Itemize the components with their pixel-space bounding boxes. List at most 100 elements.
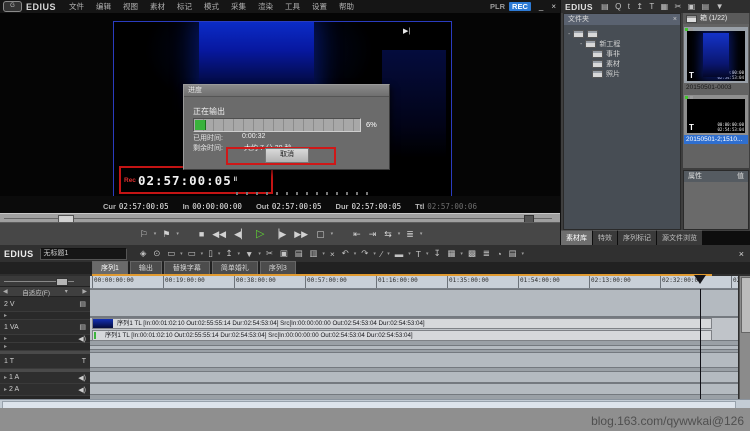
timeline-close-icon[interactable]: × bbox=[739, 249, 744, 259]
sync-mode-icon[interactable]: ◈ bbox=[137, 248, 150, 259]
export-tape-icon[interactable]: ▦ bbox=[444, 248, 459, 259]
bin-tab-0[interactable]: 素材库 bbox=[561, 230, 592, 245]
new-sequence-icon[interactable]: ▯ bbox=[205, 248, 216, 259]
color-wheel-icon[interactable]: ◔ bbox=[493, 249, 505, 259]
cut-icon[interactable]: ✂ bbox=[671, 2, 684, 11]
menubar-menu-1[interactable]: 编辑 bbox=[90, 0, 117, 13]
bin-item-1[interactable]: T00:00:00:0002:54:53:0420150501-2;1510..… bbox=[684, 95, 748, 144]
copy-icon[interactable]: ▣ bbox=[685, 2, 699, 11]
sequence-tab-2[interactable]: 替换字幕 bbox=[164, 261, 210, 274]
position-slider[interactable] bbox=[0, 213, 560, 222]
expand-arrow-icon[interactable]: ▸ bbox=[4, 374, 7, 381]
paste-icon[interactable]: ▤ bbox=[291, 248, 306, 259]
search-icon[interactable]: Q bbox=[612, 2, 625, 11]
timeline-ruler[interactable]: 00:00:00:0000:19:00:0000:38:00:0000:57:0… bbox=[90, 276, 738, 289]
title-icon[interactable]: T bbox=[646, 2, 657, 11]
menubar-menu-4[interactable]: 标记 bbox=[171, 0, 198, 13]
progress-dialog-titlebar[interactable]: 进度 bbox=[184, 85, 389, 97]
next-frame-button[interactable]: ▕▶ bbox=[268, 224, 290, 244]
menubar-menu-7[interactable]: 渲染 bbox=[252, 0, 279, 13]
expand-arrow-icon[interactable]: ▸ bbox=[4, 343, 7, 350]
export-menu[interactable]: ▾ bbox=[418, 224, 425, 244]
replace-icon[interactable]: ▥ bbox=[306, 248, 321, 259]
timeline-zoom-preset[interactable]: ◀ 自适应(F) ▾ ▶ bbox=[0, 287, 90, 297]
menubar-menu-0[interactable]: 文件 bbox=[63, 0, 90, 13]
timeline-title-field[interactable]: 无标题1 bbox=[40, 248, 127, 260]
menubar-menu-10[interactable]: 帮助 bbox=[333, 0, 360, 13]
folder-tree-item-1[interactable]: -新工程 bbox=[564, 39, 680, 49]
playhead-icon[interactable] bbox=[694, 275, 706, 284]
record-icon[interactable]: ⊙ bbox=[150, 248, 164, 259]
copy-icon[interactable]: ▣ bbox=[276, 248, 291, 259]
sequence-tab-3[interactable]: 简单婚礼 bbox=[212, 261, 258, 274]
timeline-clip-video[interactable]: 序列1 TL [In:00:01:02:10 Out:02:55:55:14 D… bbox=[92, 318, 712, 329]
goto-out-button[interactable]: ⇥ bbox=[365, 224, 381, 244]
save-icon[interactable]: ▼ bbox=[712, 2, 726, 11]
panel-icon-menu[interactable]: ▾ bbox=[520, 251, 526, 257]
preset-value[interactable]: 自适应(F) bbox=[22, 287, 50, 297]
menubar-menu-9[interactable]: 设置 bbox=[306, 0, 333, 13]
export-button[interactable]: ≣ bbox=[402, 224, 418, 244]
goto-in-button[interactable]: ⇤ bbox=[349, 224, 365, 244]
menubar-menu-2[interactable]: 视图 bbox=[117, 0, 144, 13]
loop-button[interactable]: ▢ bbox=[312, 224, 329, 244]
goto-edit-point-button[interactable]: ⇆ bbox=[380, 224, 396, 244]
expand-arrow-icon[interactable]: ▸ bbox=[4, 335, 7, 342]
new-folder-icon[interactable]: ▤ bbox=[598, 2, 612, 11]
rewind-button[interactable]: ◀◀ bbox=[208, 224, 230, 244]
set-out-button[interactable]: ⚑ bbox=[158, 224, 174, 244]
import-icon[interactable]: ↥ bbox=[633, 2, 646, 11]
preset-caret-icon[interactable]: ▾ bbox=[65, 288, 68, 295]
menubar-menu-3[interactable]: 素材 bbox=[144, 0, 171, 13]
close-button[interactable]: × bbox=[547, 2, 560, 11]
sequence-tab-0[interactable]: 序列1 bbox=[92, 261, 128, 274]
track-header-sub-1[interactable]: ▸ bbox=[0, 312, 90, 320]
mixer-icon[interactable]: ≣ bbox=[479, 248, 493, 259]
set-out-menu[interactable]: ▾ bbox=[174, 224, 181, 244]
horizontal-scrollbar[interactable] bbox=[0, 399, 750, 408]
layout-icon[interactable]: ▭ bbox=[184, 248, 199, 259]
track-header-sub-4[interactable]: ▸ bbox=[0, 343, 90, 351]
redo-icon[interactable]: ↷ bbox=[358, 248, 372, 259]
bin-item-label[interactable]: 20150501-0003 bbox=[684, 83, 748, 92]
tree-expander-icon[interactable]: - bbox=[568, 31, 570, 38]
view-icon[interactable]: ▭ bbox=[164, 248, 179, 259]
track-header-1 A[interactable]: ▸1 A◀) bbox=[0, 372, 90, 384]
save-icon[interactable]: ▼ bbox=[242, 249, 257, 259]
vertical-scrollbar[interactable] bbox=[739, 276, 750, 399]
menubar-menu-6[interactable]: 采集 bbox=[225, 0, 252, 13]
export-icon[interactable]: ↥ bbox=[222, 248, 236, 259]
bin-tab-1[interactable]: 特效 bbox=[593, 230, 617, 245]
expand-arrow-icon[interactable]: ▸ bbox=[4, 386, 7, 393]
preset-right-arrow-icon[interactable]: ▶ bbox=[82, 288, 87, 295]
sequence-tab-4[interactable]: 序列3 bbox=[260, 261, 296, 274]
track-header-1 VA[interactable]: 1 VA▤ bbox=[0, 320, 90, 335]
folder-panel-close-icon[interactable]: × bbox=[673, 14, 677, 25]
cut-icon[interactable]: ✂ bbox=[262, 248, 276, 259]
track-header-2 A[interactable]: ▸2 A◀) bbox=[0, 384, 90, 396]
track-header-1 T[interactable]: 1 TT bbox=[0, 354, 90, 369]
bin-tab-2[interactable]: 序列标记 bbox=[618, 230, 656, 245]
vertical-scrollbar-thumb[interactable] bbox=[741, 277, 750, 333]
delete-icon[interactable]: × bbox=[327, 249, 339, 259]
sequence-tab-1[interactable]: 输出 bbox=[130, 261, 162, 274]
text-tool-icon[interactable]: t bbox=[625, 2, 634, 11]
paste-icon[interactable]: ▤ bbox=[698, 2, 712, 11]
voiceover-mic-icon[interactable]: ↧ bbox=[430, 248, 444, 259]
cancel-button[interactable]: 取消 bbox=[265, 148, 309, 163]
menubar-menu-5[interactable]: 模式 bbox=[198, 0, 225, 13]
folder-tree-item-0[interactable]: - bbox=[564, 29, 680, 39]
folder-tree-item-3[interactable]: 素材 bbox=[564, 59, 680, 69]
bin-item-label[interactable]: 20150501-2;1510... bbox=[684, 135, 748, 144]
track-header-2 V[interactable]: 2 V▤ bbox=[0, 297, 90, 312]
monitor-icon[interactable]: ▦ bbox=[657, 2, 671, 11]
set-in-button[interactable]: ⚐ bbox=[136, 224, 152, 244]
menubar-menu-8[interactable]: 工具 bbox=[279, 0, 306, 13]
loop-menu[interactable]: ▾ bbox=[329, 224, 336, 244]
multicam-icon[interactable]: ▩ bbox=[464, 248, 479, 259]
minimize-button[interactable]: _ bbox=[535, 2, 547, 11]
plr-indicator[interactable]: PLR bbox=[490, 2, 505, 11]
folder-tree-item-2[interactable]: 事非 bbox=[564, 49, 680, 59]
undo-icon[interactable]: ↶ bbox=[338, 248, 352, 259]
bin-tab-3[interactable]: 源文件浏览 bbox=[657, 230, 702, 245]
